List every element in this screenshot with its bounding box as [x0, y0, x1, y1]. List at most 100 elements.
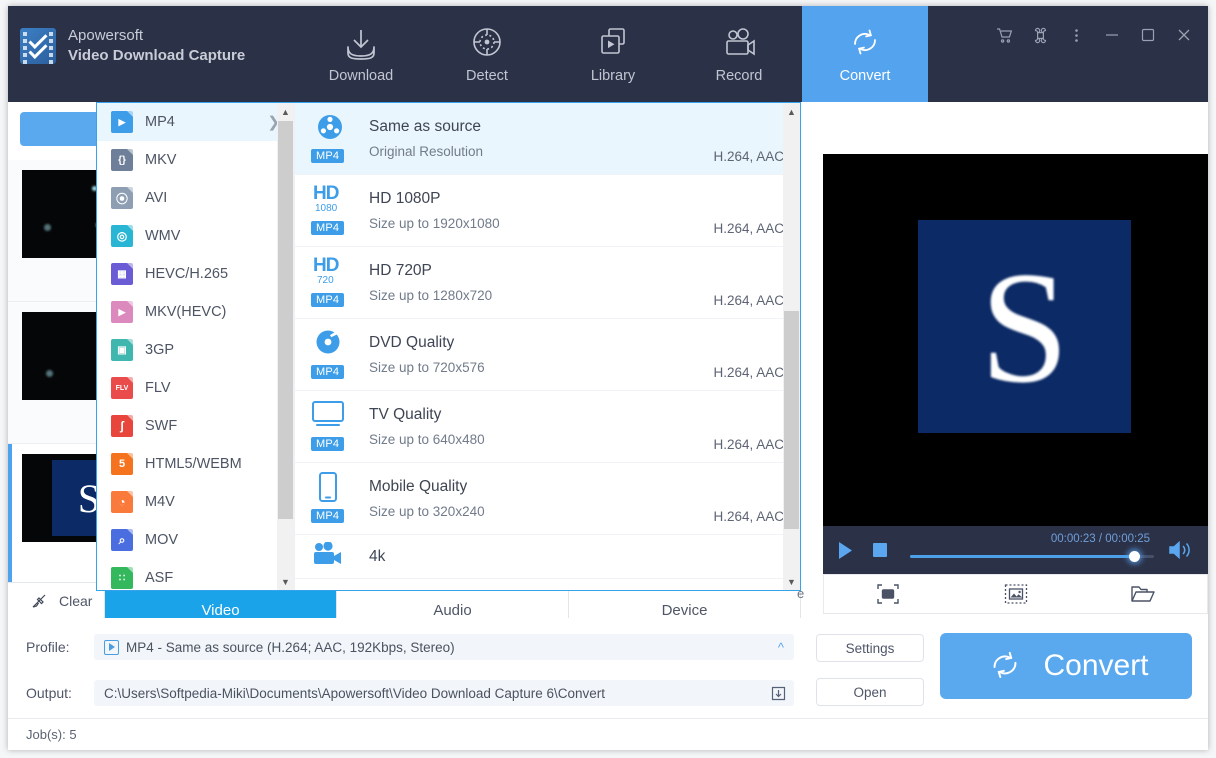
clear-button-label[interactable]: Clear	[59, 593, 92, 609]
film-reel-icon: MP4	[309, 111, 359, 167]
tab-label: Video	[201, 602, 240, 619]
format-item-hevc[interactable]: ▦ HEVC/H.265	[97, 255, 294, 293]
format-label: 3GP	[145, 342, 175, 358]
nav-tab-detect[interactable]: Detect	[424, 6, 550, 102]
preset-subtitle: Size up to 1280x720	[369, 288, 493, 303]
flv-icon: FLV	[111, 377, 133, 399]
nav-tab-convert[interactable]: Convert	[802, 6, 928, 102]
hd-1080-icon: HD 1080 MP4	[309, 183, 359, 239]
format-list-scrollbar[interactable]: ▲ ▼	[277, 103, 294, 590]
3gp-icon: ▣	[111, 339, 133, 361]
hd-720-icon: HD 720 MP4	[309, 255, 359, 311]
format-dropdown: ▶ MP4 ❯ {} MKV ⦿ AVI ◎ WMV ▦ HEVC/H.265 …	[96, 102, 801, 591]
output-label: Output:	[26, 685, 72, 701]
swf-icon: ʃ	[111, 415, 133, 437]
hevc-icon: ▦	[111, 263, 133, 285]
format-item-mkv-hevc[interactable]: ▶ MKV(HEVC)	[97, 293, 294, 331]
format-item-mkv[interactable]: {} MKV	[97, 141, 294, 179]
profile-label: Profile:	[26, 639, 70, 655]
brand-name: Apowersoft	[68, 27, 144, 44]
preset-badge: MP4	[311, 508, 345, 523]
brand: Apowersoft Video Download Capture	[20, 26, 245, 67]
format-item-wmv[interactable]: ◎ WMV	[97, 217, 294, 255]
snapshot-button[interactable]	[952, 575, 1080, 613]
format-item-html5-webm[interactable]: 5 HTML5/WEBM	[97, 445, 294, 483]
preset-item-same-as-source[interactable]: MP4 Same as source Original Resolution H…	[295, 103, 800, 175]
stop-button[interactable]	[872, 542, 888, 558]
open-folder-button[interactable]	[1079, 575, 1207, 613]
format-item-swf[interactable]: ʃ SWF	[97, 407, 294, 445]
scroll-down-icon[interactable]: ▼	[277, 573, 294, 590]
format-item-flv[interactable]: FLV FLV	[97, 369, 294, 407]
preset-badge: MP4	[311, 436, 345, 451]
maximize-icon[interactable]	[1132, 20, 1164, 50]
format-label: SWF	[145, 418, 178, 434]
convert-button-label: Convert	[1043, 649, 1149, 682]
output-path-field[interactable]: C:\Users\Softpedia-Miki\Documents\Apower…	[94, 680, 794, 706]
cart-icon[interactable]	[988, 20, 1020, 50]
nav-tab-download[interactable]: Download	[298, 6, 424, 102]
preset-item-tv-quality[interactable]: MP4 TV Quality Size up to 640x480 H.264,…	[295, 391, 800, 463]
format-item-3gp[interactable]: ▣ 3GP	[97, 331, 294, 369]
mkv-hevc-icon: ▶	[111, 301, 133, 323]
settings-button[interactable]: Settings	[816, 634, 924, 662]
close-icon[interactable]	[1168, 20, 1200, 50]
preset-item-mobile-quality[interactable]: MP4 Mobile Quality Size up to 320x240 H.…	[295, 463, 800, 535]
apowersoft-logo-icon	[20, 28, 56, 65]
preset-subtitle: Size up to 640x480	[369, 432, 485, 447]
save-folder-icon[interactable]	[771, 686, 786, 701]
format-label: MP4	[145, 114, 175, 130]
format-item-m4v[interactable]: ◔ M4V	[97, 483, 294, 521]
format-label: WMV	[145, 228, 181, 244]
format-item-mp4[interactable]: ▶ MP4 ❯	[97, 103, 294, 141]
nav-tab-label: Convert	[839, 67, 891, 84]
format-item-mov[interactable]: ⌕ MOV	[97, 521, 294, 559]
open-button-label: Open	[853, 684, 887, 700]
apps-icon[interactable]	[1024, 20, 1056, 50]
player-controls: 00:00:23 / 00:00:25	[823, 526, 1208, 574]
preset-item-dvd-quality[interactable]: MP4 DVD Quality Size up to 720x576 H.264…	[295, 319, 800, 391]
nav-tab-label: Detect	[466, 67, 508, 84]
chevron-up-icon[interactable]: ^	[778, 640, 784, 655]
output-row: Output: C:\Users\Softpedia-Miki\Document…	[26, 680, 794, 706]
scroll-up-icon[interactable]: ▲	[783, 103, 800, 120]
mp4-icon: ▶	[111, 111, 133, 133]
window-controls	[988, 20, 1200, 50]
video-surface[interactable]: S	[823, 154, 1208, 526]
preset-item-hd-720p[interactable]: HD 720 MP4 HD 720P Size up to 1280x720 H…	[295, 247, 800, 319]
more-icon[interactable]	[1060, 20, 1092, 50]
preset-codec: H.264, AAC	[713, 293, 784, 308]
preset-list-scrollbar[interactable]: ▲ ▼	[783, 103, 800, 590]
scroll-up-icon[interactable]: ▲	[277, 103, 294, 120]
format-label: HTML5/WEBM	[145, 456, 242, 472]
tab-label: Device	[661, 602, 708, 619]
format-item-avi[interactable]: ⦿ AVI	[97, 179, 294, 217]
scrollbar-thumb[interactable]	[278, 121, 293, 519]
seek-area: 00:00:23 / 00:00:25	[910, 533, 1154, 567]
open-button[interactable]: Open	[816, 678, 924, 706]
seek-handle[interactable]	[1129, 551, 1141, 562]
preset-subtitle: Size up to 720x576	[369, 360, 485, 375]
scrollbar-thumb[interactable]	[784, 311, 799, 529]
preset-codec: H.264, AAC	[713, 221, 784, 236]
nav-tab-library[interactable]: Library	[550, 6, 676, 102]
seek-slider[interactable]	[910, 551, 1154, 562]
volume-button[interactable]	[1168, 540, 1194, 560]
broom-icon	[32, 594, 46, 608]
preset-item-4k[interactable]: 4k	[295, 535, 800, 579]
app-header: Apowersoft Video Download Capture Downlo…	[8, 6, 1208, 102]
fit-screen-button[interactable]	[824, 575, 952, 613]
format-label: FLV	[145, 380, 171, 396]
preset-item-hd-1080p[interactable]: HD 1080 MP4 HD 1080P Size up to 1920x108…	[295, 175, 800, 247]
profile-select[interactable]: MP4 - Same as source (H.264; AAC, 192Kbp…	[94, 634, 794, 660]
main-nav: Download Detect Library Record Convert	[298, 6, 928, 102]
preset-title: Same as source	[369, 118, 481, 135]
play-button[interactable]	[837, 541, 854, 560]
minimize-icon[interactable]	[1096, 20, 1128, 50]
asf-icon: ∷	[111, 567, 133, 589]
convert-button[interactable]: Convert	[940, 633, 1192, 699]
nav-tab-label: Library	[590, 67, 636, 84]
nav-tab-record[interactable]: Record	[676, 6, 802, 102]
format-item-asf[interactable]: ∷ ASF	[97, 559, 294, 590]
brand-product: Video Download Capture	[68, 47, 246, 65]
